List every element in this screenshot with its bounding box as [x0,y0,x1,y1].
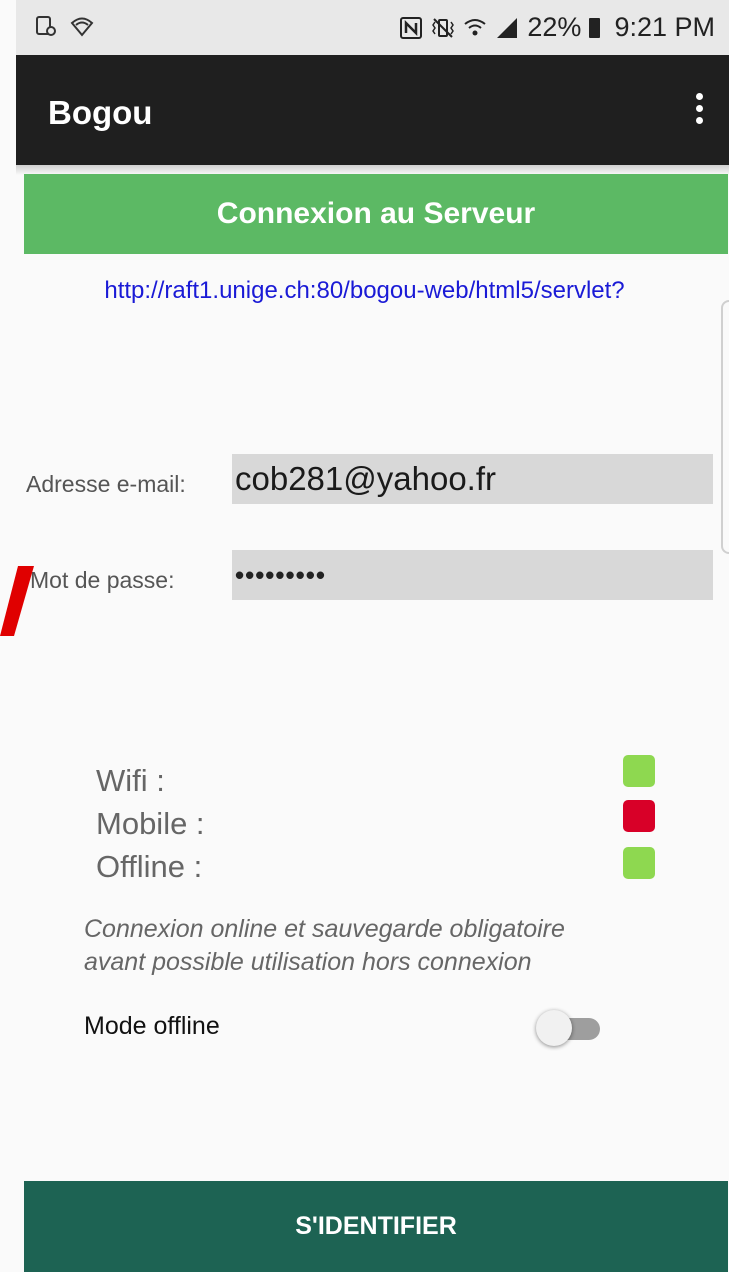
mobile-label: Mobile : [96,806,205,841]
password-value: ••••••••• [235,559,326,590]
offline-status-indicator [623,847,655,879]
wifi-label: Wifi : [96,763,165,798]
toggle-thumb [536,1010,572,1046]
scroll-edge-indicator [721,300,729,554]
status-bar-left [34,14,94,38]
server-url: http://raft1.unige.ch:80/bogou-web/html5… [104,277,625,304]
app-title: Bogou [48,94,153,131]
mode-offline-label: Mode offline [84,1012,220,1040]
annotation-arrow [0,566,34,636]
password-label: Mot de passe: [30,567,175,593]
offline-note-line1: Connexion online et sauvegarde obligatoi… [84,915,565,943]
mode-offline-toggle[interactable] [534,1008,606,1048]
email-label: Adresse e-mail: [26,471,186,497]
mobile-status-indicator [623,800,655,832]
email-field[interactable]: cob281@yahoo.fr [232,454,713,504]
email-value: cob281@yahoo.fr [235,460,497,497]
battery-icon [589,17,601,38]
status-bar: 22% 9:21 PM [16,0,729,55]
vibrate-icon [432,17,455,38]
wifi-status-indicator [623,755,655,787]
app-bar: Bogou [16,55,729,165]
offline-note-line2: avant possible utilisation hors connexio… [84,948,532,976]
signal-icon [497,17,518,38]
clock: 9:21 PM [614,12,715,42]
password-field[interactable]: ••••••••• [232,550,713,600]
login-button[interactable]: S'IDENTIFIER [24,1181,728,1272]
wifi-outline-icon [70,17,94,37]
server-banner: Connexion au Serveur [24,174,728,254]
offline-note: Connexion online et sauvegarde obligatoi… [84,913,644,979]
wifi-calling-icon [464,18,487,35]
status-bar-right: 22% 9:21 PM [399,12,715,43]
battery-percent: 22% [527,12,582,42]
screenshot-icon [36,16,56,36]
offline-label: Offline : [96,849,203,884]
more-vert-icon[interactable] [689,93,709,129]
nfc-icon [400,16,423,39]
